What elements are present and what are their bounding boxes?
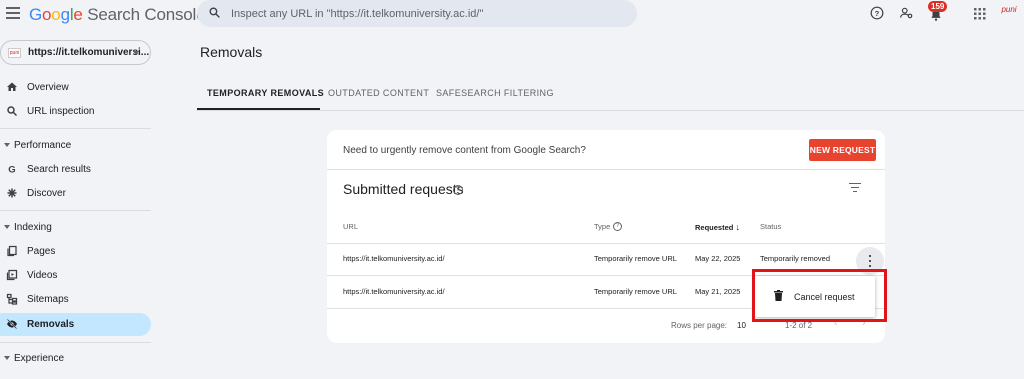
hamburger-menu-icon[interactable] <box>6 7 20 21</box>
svg-text:G: G <box>8 165 15 176</box>
tab-safesearch-filtering[interactable]: SAFESEARCH FILTERING <box>436 88 554 98</box>
new-request-button[interactable]: NEW REQUEST <box>809 139 876 161</box>
sort-descending-icon: ↓ <box>735 222 740 232</box>
help-circle-icon[interactable]: ? <box>613 222 622 231</box>
rows-per-page-select[interactable]: 10 <box>737 321 746 330</box>
row-status: Temporarily removed <box>760 254 831 263</box>
sidebar-item-url-inspection[interactable]: URL inspection <box>0 100 151 123</box>
collapse-triangle-icon <box>4 143 10 147</box>
property-label: https://it.telkomuniversi... <box>28 47 150 58</box>
urgent-removal-notice: Need to urgently remove content from Goo… <box>343 145 586 156</box>
pagination-range: 1-2 of 2 <box>785 321 813 330</box>
page-title: Removals <box>200 44 263 60</box>
tab-temporary-removals[interactable]: TEMPORARY REMOVALS <box>207 88 324 98</box>
column-header-type: Type <box>594 222 611 231</box>
help-circle-icon[interactable]: ? <box>453 185 463 195</box>
app-name: Search Console <box>87 5 206 24</box>
search-icon <box>209 7 220 18</box>
search-icon <box>7 106 18 117</box>
row-requested: May 22, 2025 <box>695 254 741 263</box>
pages-icon <box>7 245 17 257</box>
sidebar-item-discover[interactable]: Discover <box>0 182 151 205</box>
sidebar-item-removals[interactable]: Removals <box>0 313 151 336</box>
sidebar-item-sitemaps[interactable]: Sitemaps <box>0 288 151 311</box>
top-bar: Google Search Console ? 159 puni <box>0 0 1024 30</box>
card-divider <box>327 169 885 170</box>
row-url: https://it.telkomuniversity.ac.id/ <box>343 254 445 263</box>
tab-outdated-content[interactable]: OUTDATED CONTENT <box>328 88 429 98</box>
sidebar-divider <box>0 342 151 343</box>
notification-count-badge: 159 <box>928 1 948 12</box>
account-avatar[interactable]: puni <box>998 6 1020 22</box>
section-experience[interactable]: Experience <box>0 349 151 367</box>
app-logo[interactable]: Google Search Console <box>29 5 206 25</box>
search-input[interactable] <box>231 5 621 22</box>
apps-grid-icon[interactable] <box>974 8 986 20</box>
row-type: Temporarily remove URL <box>594 287 677 296</box>
sidebar-item-search-results[interactable]: G Search results <box>0 158 151 181</box>
collapse-triangle-icon <box>4 356 10 360</box>
svg-text:?: ? <box>875 9 880 18</box>
column-header-url: URL <box>343 222 359 231</box>
sidebar-divider <box>0 128 151 129</box>
section-performance[interactable]: Performance <box>0 136 151 154</box>
rows-per-page-label: Rows per page: <box>671 321 728 330</box>
filter-icon[interactable] <box>849 183 861 193</box>
property-favicon: puni <box>8 48 21 58</box>
sidebar-item-pages[interactable]: Pages <box>0 240 151 263</box>
sidebar-divider <box>0 210 151 211</box>
annotation-highlight-box <box>752 269 887 322</box>
url-inspect-search-bar[interactable] <box>197 0 637 27</box>
table-header-divider <box>327 243 885 244</box>
google-g-icon: G <box>8 165 15 176</box>
row-type: Temporarily remove URL <box>594 254 677 263</box>
collapse-triangle-icon <box>4 225 10 229</box>
home-icon <box>7 82 17 91</box>
column-header-requested[interactable]: Requested ↓ <box>695 222 740 232</box>
column-header-status: Status <box>760 222 782 231</box>
eye-off-icon <box>6 318 18 330</box>
sidebar-item-overview[interactable]: Overview <box>0 76 151 99</box>
manage-users-icon[interactable] <box>899 6 914 20</box>
help-icon[interactable]: ? <box>870 6 884 20</box>
video-icon <box>6 269 18 281</box>
asterisk-icon <box>7 188 17 198</box>
dropdown-caret-icon <box>133 51 139 55</box>
sidebar-item-videos[interactable]: Videos <box>0 264 151 287</box>
section-indexing[interactable]: Indexing <box>0 218 151 236</box>
sitemap-icon <box>6 293 18 305</box>
row-requested: May 21, 2025 <box>695 287 741 296</box>
property-selector[interactable]: puni https://it.telkomuniversi... <box>0 40 151 65</box>
submitted-requests-title: Submitted requests <box>343 181 464 197</box>
tabs-divider <box>197 110 1024 111</box>
row-url: https://it.telkomuniversity.ac.id/ <box>343 287 445 296</box>
